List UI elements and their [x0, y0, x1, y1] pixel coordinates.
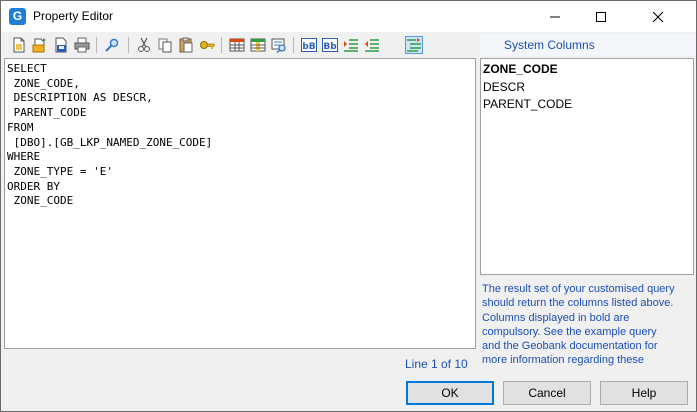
sql-line: DESCRIPTION AS DESCR,	[7, 91, 153, 105]
outdent-button[interactable]	[363, 36, 381, 54]
indent-icon	[344, 39, 358, 52]
minimize-icon	[550, 16, 560, 18]
toolbar-separator	[293, 37, 294, 53]
lowercase-button[interactable]: bB	[300, 36, 318, 54]
sql-line: ORDER BY	[7, 179, 60, 193]
uppercase-button[interactable]: Bb	[321, 36, 339, 54]
table-icon	[229, 38, 245, 52]
app-icon: G	[9, 8, 26, 25]
indent-button[interactable]	[342, 36, 360, 54]
sql-editor[interactable]: SELECT ZONE_CODE, DESCRIPTION AS DESCR, …	[4, 58, 476, 349]
new-file-button[interactable]	[10, 36, 28, 54]
query-preview-button[interactable]	[270, 36, 288, 54]
list-item[interactable]: DESCR	[483, 80, 525, 94]
info-line: and the Geobank documentation for	[482, 340, 658, 353]
info-line: compulsory. See the example query	[482, 325, 657, 338]
uppercase-icon: Bb	[322, 38, 338, 52]
format-sql-icon	[407, 38, 421, 52]
find-icon	[105, 38, 119, 52]
save-as-button[interactable]	[52, 36, 70, 54]
list-item[interactable]: PARENT_CODE	[483, 97, 572, 111]
sql-text[interactable]: SELECT ZONE_CODE, DESCRIPTION AS DESCR, …	[7, 62, 212, 209]
key-button[interactable]	[198, 36, 216, 54]
minimize-button[interactable]	[532, 1, 578, 32]
print-button[interactable]	[73, 36, 91, 54]
lowercase-icon: bB	[301, 38, 317, 52]
system-columns-header: System Columns	[480, 34, 696, 56]
info-line: Columns displayed in bold are	[482, 311, 630, 324]
cut-icon	[138, 37, 150, 52]
ok-button[interactable]: OK	[406, 381, 494, 405]
uppercase-icon-label: Bb	[323, 42, 337, 52]
sql-line: ZONE_CODE,	[7, 76, 80, 90]
cancel-button[interactable]: Cancel	[503, 381, 591, 405]
copy-icon	[158, 38, 172, 53]
paste-icon	[179, 37, 193, 53]
format-sql-button[interactable]	[405, 36, 423, 54]
table-columns-icon	[250, 38, 266, 52]
table-button[interactable]	[228, 36, 246, 54]
toolbar-separator	[128, 37, 129, 53]
editor-toolbar: bB Bb	[4, 34, 476, 57]
close-icon	[652, 11, 664, 23]
maximize-button[interactable]	[578, 1, 624, 32]
outdent-icon	[365, 39, 379, 52]
query-preview-icon	[271, 38, 286, 53]
lowercase-icon-label: bB	[302, 42, 315, 52]
cut-button[interactable]	[135, 36, 153, 54]
line-status: Line 1 of 10	[405, 357, 468, 371]
sql-line: WHERE	[7, 150, 41, 164]
sql-line: [DBO].[GB_LKP_NAMED_ZONE_CODE]	[7, 135, 213, 149]
info-text: The result set of your customised query …	[482, 282, 694, 368]
open-folder-icon	[32, 38, 46, 53]
info-line: more information regarding these	[482, 354, 645, 367]
system-columns-list[interactable]: ZONE_CODE DESCR PARENT_CODE	[480, 58, 694, 275]
help-button[interactable]: Help	[600, 381, 688, 405]
table-columns-button[interactable]	[249, 36, 267, 54]
info-line: should return the columns listed above.	[482, 297, 674, 310]
toolbar-separator	[96, 37, 97, 53]
list-item[interactable]: ZONE_CODE	[483, 62, 558, 76]
title-bar[interactable]: G Property Editor	[1, 1, 696, 32]
open-button[interactable]	[31, 36, 49, 54]
print-icon	[74, 37, 90, 53]
window-title: Property Editor	[33, 9, 114, 23]
key-icon	[200, 41, 215, 49]
sql-line: PARENT_CODE	[7, 106, 87, 120]
save-as-icon	[55, 37, 67, 53]
property-editor-window: G Property Editor bB Bb SELECT ZONE_CODE…	[0, 0, 697, 412]
sql-line: ZONE_CODE	[7, 194, 74, 208]
copy-button[interactable]	[156, 36, 174, 54]
sql-line: FROM	[7, 120, 34, 134]
toolbar-separator	[221, 37, 222, 53]
find-button[interactable]	[103, 36, 121, 54]
info-line: The result set of your customised query	[482, 283, 675, 295]
new-file-icon	[13, 37, 25, 53]
maximize-icon	[596, 12, 606, 22]
paste-button[interactable]	[177, 36, 195, 54]
system-columns-title: System Columns	[504, 38, 595, 52]
sql-line: SELECT	[7, 62, 47, 75]
close-button[interactable]	[624, 1, 696, 32]
sql-line: ZONE_TYPE = 'E'	[7, 164, 113, 178]
